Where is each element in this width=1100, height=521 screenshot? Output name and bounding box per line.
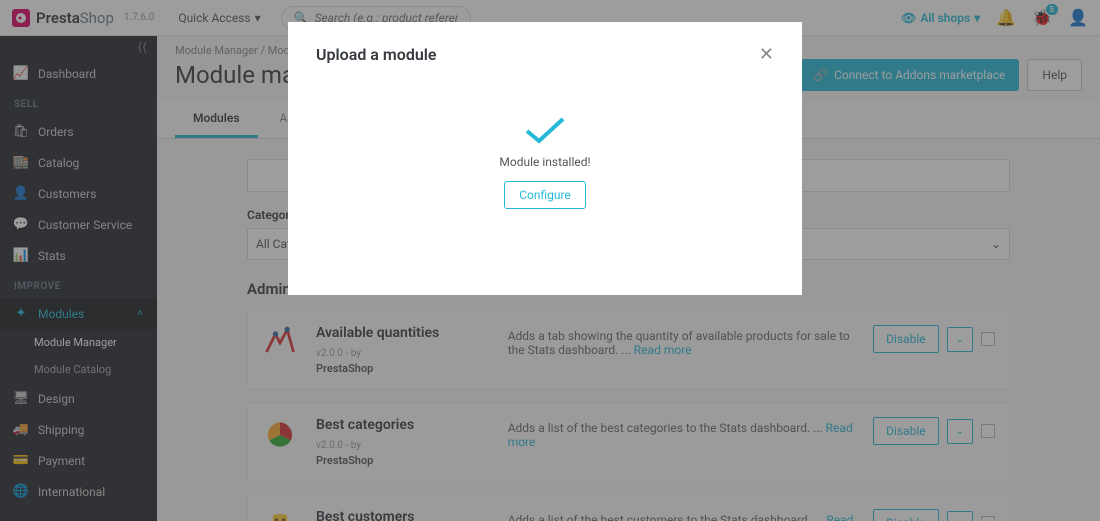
configure-button[interactable]: Configure xyxy=(504,181,586,209)
modal-title: Upload a module xyxy=(316,45,437,64)
upload-module-modal: Upload a module ✕ Module installed! Conf… xyxy=(288,22,802,295)
check-icon xyxy=(523,115,567,145)
close-icon[interactable]: ✕ xyxy=(759,44,774,65)
modal-message: Module installed! xyxy=(316,155,774,169)
